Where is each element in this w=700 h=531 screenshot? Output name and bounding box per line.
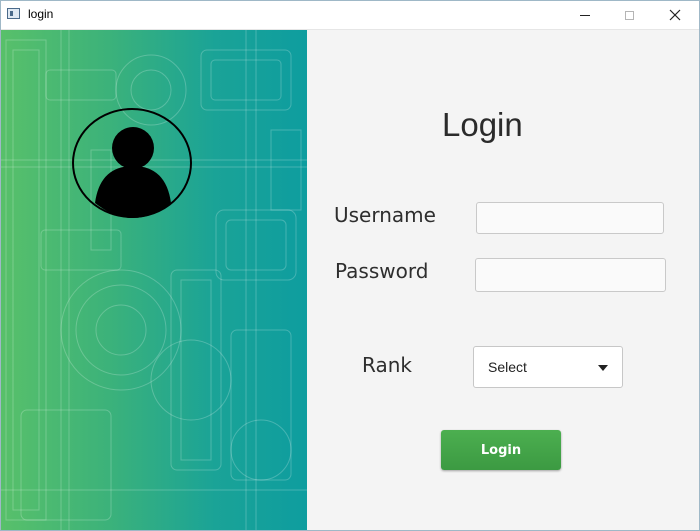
left-decor-panel bbox=[1, 30, 307, 530]
rank-select-value: Select bbox=[488, 359, 527, 375]
chevron-down-icon bbox=[598, 365, 608, 371]
password-label: Password bbox=[335, 259, 429, 283]
page-title: Login bbox=[442, 106, 523, 143]
user-avatar-icon bbox=[72, 108, 192, 218]
close-icon bbox=[669, 9, 681, 21]
password-field[interactable] bbox=[475, 258, 666, 292]
maximize-icon bbox=[624, 10, 634, 20]
minimize-icon bbox=[580, 14, 590, 16]
minimize-button[interactable] bbox=[563, 1, 607, 29]
title-bar[interactable]: login bbox=[1, 1, 699, 30]
close-button[interactable] bbox=[653, 1, 697, 29]
rank-label: Rank bbox=[362, 353, 412, 377]
window-app-icon bbox=[7, 8, 20, 19]
username-label: Username bbox=[334, 203, 436, 227]
window-title: login bbox=[28, 7, 54, 21]
username-field[interactable] bbox=[476, 202, 664, 234]
machinery-background-art bbox=[1, 30, 307, 530]
maximize-button[interactable] bbox=[607, 1, 651, 29]
rank-select[interactable]: Select bbox=[473, 346, 623, 388]
login-button[interactable]: Login bbox=[441, 430, 561, 470]
